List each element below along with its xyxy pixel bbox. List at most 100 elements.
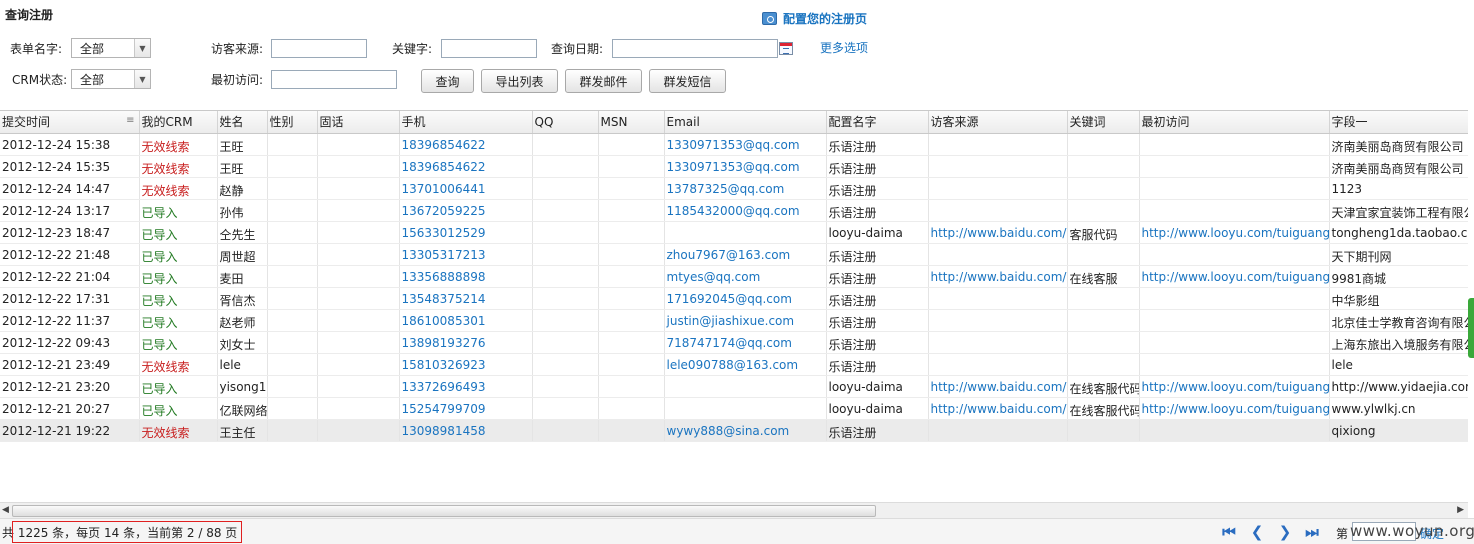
cell-email[interactable]: 1330971353@qq.com	[664, 133, 827, 156]
table-row[interactable]: 2012-12-22 09:43 已导入 刘女士 13898193276 7187471…	[0, 331, 1468, 354]
scroll-left-icon[interactable]: ◀	[2, 505, 9, 515]
column-header[interactable]: 提交时间 ≡	[0, 111, 140, 134]
table-row[interactable]: 2012-12-22 21:04 已导入 麦田 13356888898 mtyes@qq…	[0, 265, 1468, 288]
cell-mobile[interactable]: 13372696493	[399, 375, 533, 398]
cell-keyword	[1067, 309, 1140, 332]
cell-email	[664, 221, 827, 244]
cell-source[interactable]: http://www.baidu.com/s	[928, 221, 1068, 244]
side-tab-handle[interactable]	[1468, 298, 1474, 358]
form-name-select[interactable]: 全部 ▼	[71, 38, 151, 58]
config-page-icon	[762, 12, 777, 25]
column-header[interactable]: 字段一	[1329, 111, 1468, 134]
column-header[interactable]: 手机	[399, 111, 533, 134]
query-date-input[interactable]	[612, 39, 778, 58]
table-row[interactable]: 2012-12-24 13:17 已导入 孙伟 13672059225 11854320…	[0, 199, 1468, 222]
cell-source[interactable]: http://www.baidu.com/s	[928, 375, 1068, 398]
cell-qq	[532, 243, 599, 266]
keyword-input[interactable]	[441, 39, 537, 58]
prev-page-icon[interactable]: ❮	[1248, 523, 1266, 541]
cell-email[interactable]: 1185432000@qq.com	[664, 199, 827, 222]
table-row[interactable]: 2012-12-22 11:37 已导入 赵老师 18610085301 justin@…	[0, 309, 1468, 332]
cell-mobile[interactable]: 15254799709	[399, 397, 533, 420]
cell-mobile[interactable]: 15810326923	[399, 353, 533, 376]
export-list-button[interactable]: 导出列表	[481, 69, 558, 93]
cell-first-visit[interactable]: http://www.looyu.com/tuiguang/	[1139, 375, 1330, 398]
column-header[interactable]: MSN	[598, 111, 665, 134]
cell-email[interactable]: mtyes@qq.com	[664, 265, 827, 288]
cell-email[interactable]: zhou7967@163.com	[664, 243, 827, 266]
cell-mobile[interactable]: 18396854622	[399, 133, 533, 156]
mass-sms-button[interactable]: 群发短信	[649, 69, 726, 93]
cell-mobile[interactable]: 18396854622	[399, 155, 533, 178]
table-row[interactable]: 2012-12-23 18:47 已导入 仝先生 15633012529 looyu-d…	[0, 221, 1468, 244]
first-visit-input[interactable]	[271, 70, 397, 89]
cell-source[interactable]: http://www.baidu.com/s	[928, 397, 1068, 420]
cell-name: 王旺	[217, 133, 268, 156]
cell-crm: 已导入	[139, 331, 218, 354]
cell-email[interactable]: 718747174@qq.com	[664, 331, 827, 354]
table-row[interactable]: 2012-12-24 15:35 无效线索 王旺 18396854622 1330971…	[0, 155, 1468, 178]
horizontal-scrollbar[interactable]: ◀ ▶	[0, 502, 1468, 518]
cell-first-visit[interactable]: http://www.looyu.com/tuiguang/	[1139, 397, 1330, 420]
cell-email[interactable]: 1330971353@qq.com	[664, 155, 827, 178]
calendar-icon[interactable]	[779, 42, 793, 55]
cell-crm: 无效线索	[139, 419, 218, 442]
column-header[interactable]: 关键词	[1067, 111, 1140, 134]
cell-mobile[interactable]: 13701006441	[399, 177, 533, 200]
scrollbar-thumb[interactable]	[12, 505, 876, 517]
cell-email[interactable]: 13787325@qq.com	[664, 177, 827, 200]
cell-crm: 已导入	[139, 375, 218, 398]
table-row[interactable]: 2012-12-21 23:49 无效线索 lele 15810326923 lele0…	[0, 353, 1468, 376]
column-header-label: Email	[666, 114, 700, 129]
cell-mobile[interactable]: 13305317213	[399, 243, 533, 266]
crm-status-select[interactable]: 全部 ▼	[71, 69, 151, 89]
cell-first-visit[interactable]: http://www.looyu.com/tuiguang/	[1139, 221, 1330, 244]
column-header[interactable]: QQ	[532, 111, 599, 134]
column-header-label: 访客来源	[930, 115, 979, 130]
cell-field1: tongheng1da.taobao.com	[1329, 221, 1468, 244]
column-header[interactable]: 访客来源	[928, 111, 1068, 134]
column-header[interactable]: Email	[664, 111, 827, 134]
sort-handle-icon[interactable]: ≡	[126, 115, 134, 126]
column-header[interactable]: 最初访问	[1139, 111, 1330, 134]
column-header[interactable]: 我的CRM	[139, 111, 218, 134]
cell-mobile[interactable]: 15633012529	[399, 221, 533, 244]
column-header[interactable]: 性别	[267, 111, 318, 134]
cell-email[interactable]: justin@jiashixue.com	[664, 309, 827, 332]
cell-email[interactable]: lele090788@163.com	[664, 353, 827, 376]
cell-first-visit[interactable]: http://www.looyu.com/tuiguang/	[1139, 265, 1330, 288]
table-row[interactable]: 2012-12-21 23:20 已导入 yisong1 13372696493 loo…	[0, 375, 1468, 398]
cell-name: 刘女士	[217, 331, 268, 354]
cell-mobile[interactable]: 13548375214	[399, 287, 533, 310]
table-row[interactable]: 2012-12-21 19:22 无效线索 王主任 13098981458 wywy88…	[0, 419, 1468, 442]
cell-mobile[interactable]: 18610085301	[399, 309, 533, 332]
registration-grid: 提交时间 ≡ 我的CRM 姓名 性别 固话 手机 QQ MSN Email 配置名字 访客来源 关键词 最…	[0, 110, 1468, 502]
table-row[interactable]: 2012-12-21 20:27 已导入 亿联网络 15254799709 looyu-…	[0, 397, 1468, 420]
cell-mobile[interactable]: 13898193276	[399, 331, 533, 354]
scroll-right-icon[interactable]: ▶	[1457, 505, 1464, 515]
cell-qq	[532, 287, 599, 310]
cell-mobile[interactable]: 13356888898	[399, 265, 533, 288]
column-header[interactable]: 配置名字	[826, 111, 929, 134]
column-header[interactable]: 固话	[317, 111, 400, 134]
first-page-icon[interactable]: ⏮	[1220, 523, 1238, 541]
more-options-link[interactable]: 更多选项	[820, 39, 868, 56]
config-register-page-link[interactable]: 配置您的注册页	[762, 10, 867, 27]
cell-mobile[interactable]: 13672059225	[399, 199, 533, 222]
cell-email[interactable]: wywy888@sina.com	[664, 419, 827, 442]
column-header[interactable]: 姓名	[217, 111, 268, 134]
last-page-icon[interactable]: ⏭	[1303, 523, 1321, 541]
cell-source[interactable]: http://www.baidu.com/s	[928, 265, 1068, 288]
cell-time: 2012-12-22 21:48	[0, 243, 140, 266]
next-page-icon[interactable]: ❯	[1276, 523, 1294, 541]
pager-bar: 共 1225 条，每页 14 条，当前第 2 / 88 页 ⏮ ❮ ❯ ⏭ 第 …	[0, 518, 1474, 544]
cell-mobile[interactable]: 13098981458	[399, 419, 533, 442]
cell-email[interactable]: 171692045@qq.com	[664, 287, 827, 310]
table-row[interactable]: 2012-12-24 14:47 无效线索 赵静 13701006441 1378732…	[0, 177, 1468, 200]
query-button[interactable]: 查询	[421, 69, 474, 93]
visitor-source-input[interactable]	[271, 39, 367, 58]
mass-email-button[interactable]: 群发邮件	[565, 69, 642, 93]
table-row[interactable]: 2012-12-22 17:31 已导入 胥信杰 13548375214 1716920…	[0, 287, 1468, 310]
table-row[interactable]: 2012-12-24 15:38 无效线索 王旺 18396854622 1330971…	[0, 133, 1468, 156]
table-row[interactable]: 2012-12-22 21:48 已导入 周世超 13305317213 zhou796…	[0, 243, 1468, 266]
